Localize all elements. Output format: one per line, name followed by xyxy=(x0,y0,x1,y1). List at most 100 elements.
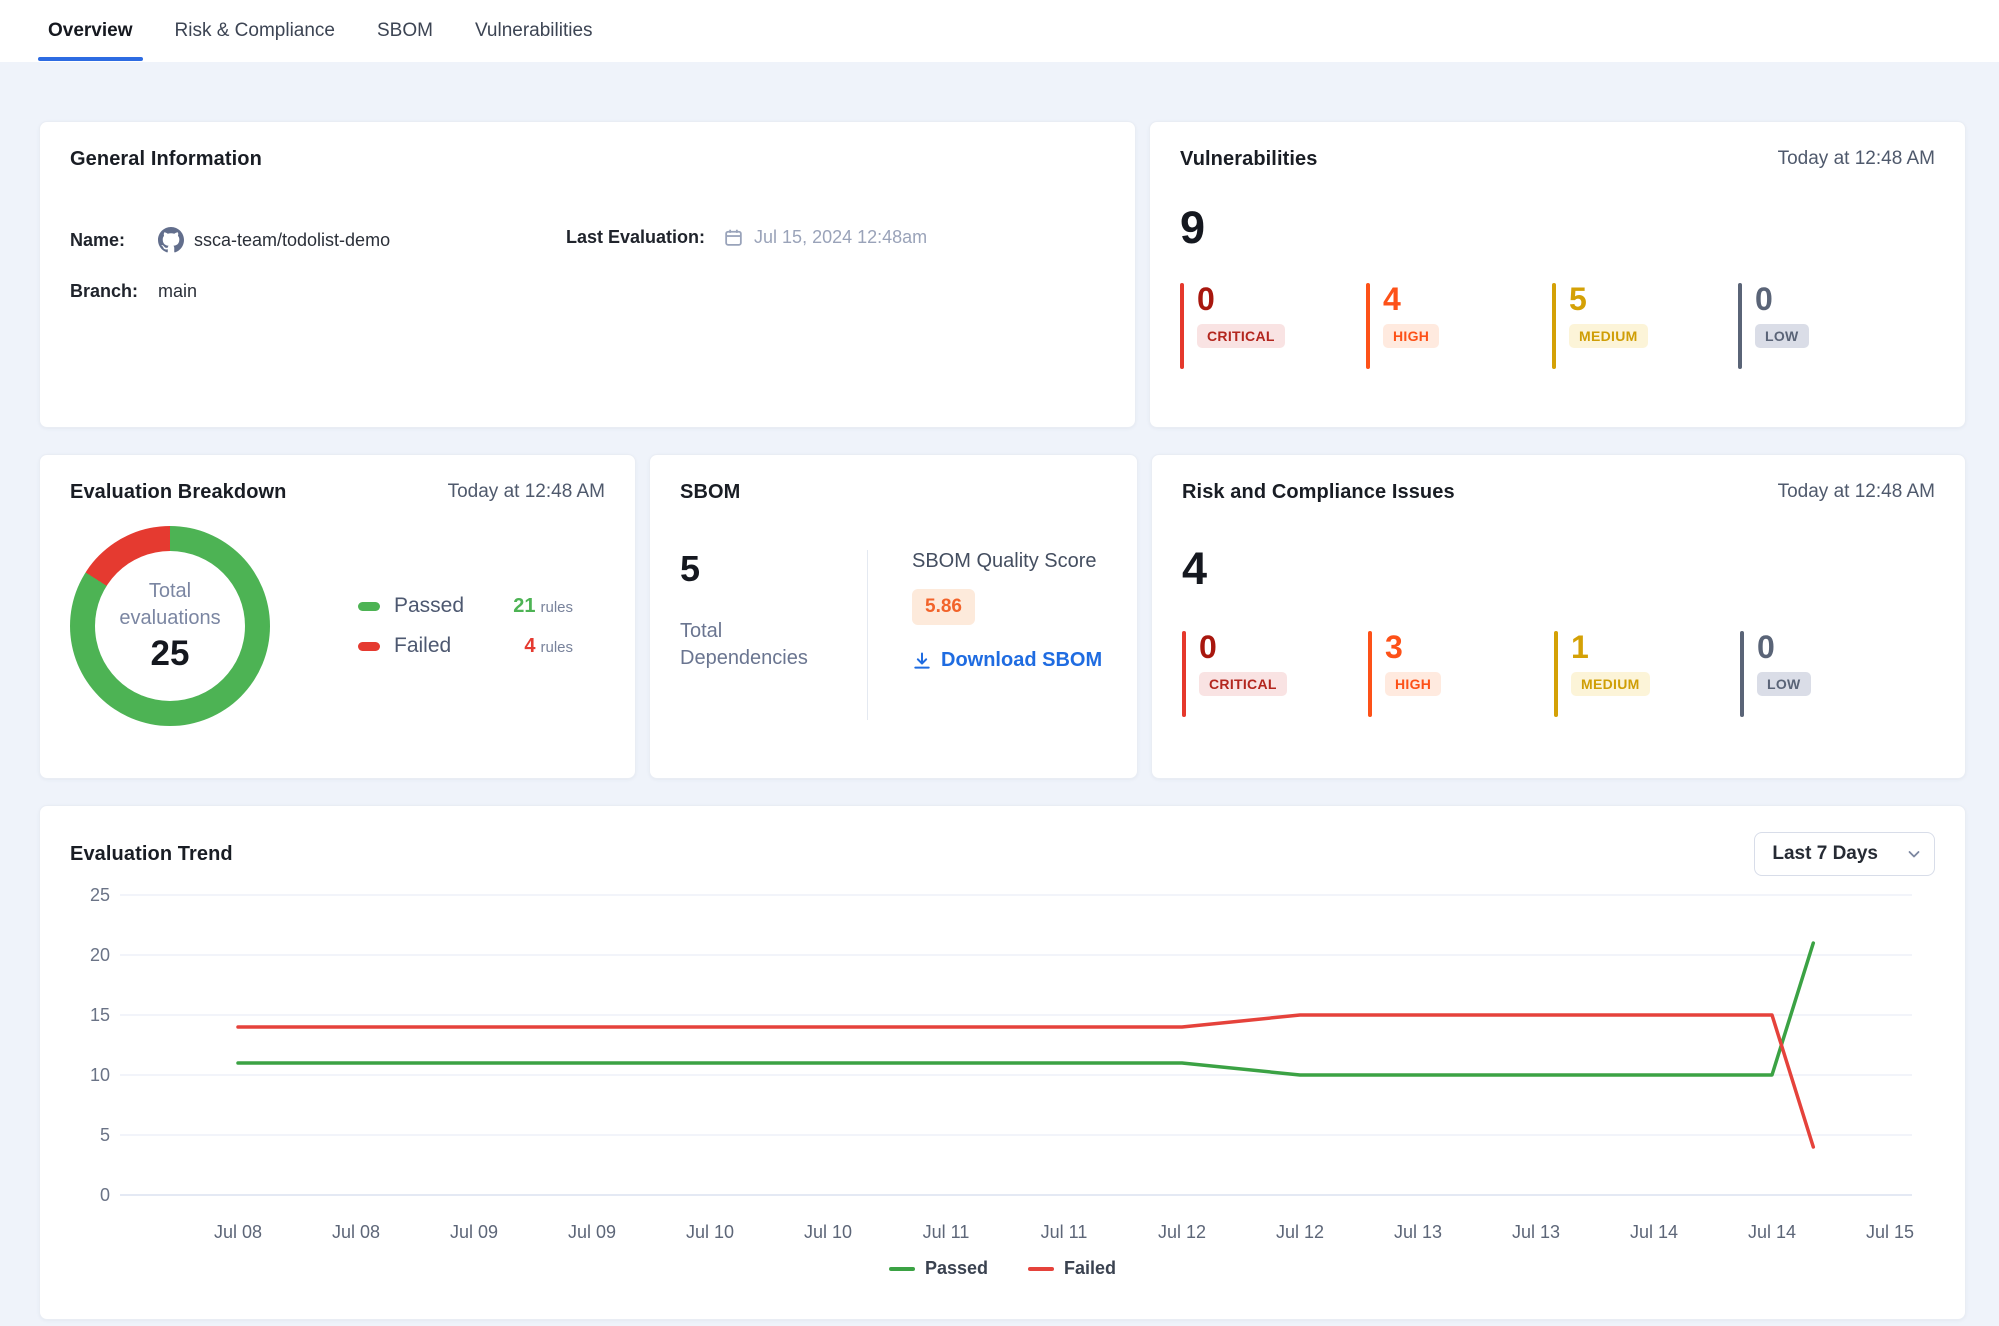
severity-bar-low xyxy=(1738,283,1742,369)
github-icon xyxy=(158,227,184,253)
evaluations-donut-chart[interactable]: Total evaluations 25 xyxy=(70,526,270,726)
severity-count-critical: 0 xyxy=(1197,283,1285,317)
row-top: General Information Name: ssca-team/todo… xyxy=(39,121,1966,428)
last-evaluation-text: Jul 15, 2024 12:48am xyxy=(754,227,927,248)
download-sbom-link[interactable]: Download SBOM xyxy=(912,649,1102,672)
trend-line-passed[interactable] xyxy=(238,943,1813,1075)
x-tick-label-6: Jul 11 xyxy=(923,1222,970,1242)
y-tick-label-0: 0 xyxy=(100,1185,110,1205)
trend-line-failed[interactable] xyxy=(238,1015,1813,1147)
x-tick-label-11: Jul 13 xyxy=(1512,1222,1560,1242)
severity-body-high: 3HIGH xyxy=(1385,631,1441,717)
severity-bar-critical xyxy=(1182,631,1186,717)
x-tick-label-0: Jul 08 xyxy=(214,1222,262,1242)
risk-compliance-title: Risk and Compliance Issues xyxy=(1182,481,1455,504)
vulnerabilities-severity-row: 0CRITICAL4HIGH5MEDIUM0LOW xyxy=(1180,283,1935,369)
total-dependencies-value: 5 xyxy=(680,548,867,590)
legend-value-failed: 4rules xyxy=(524,635,573,658)
trend-legend-swatch-failed xyxy=(1028,1267,1054,1271)
dashboard-main: General Information Name: ssca-team/todo… xyxy=(0,62,1999,1320)
severity-bar-low xyxy=(1740,631,1744,717)
severity-stat-critical: 0CRITICAL xyxy=(1180,283,1366,369)
tab-risk-compliance[interactable]: Risk & Compliance xyxy=(165,0,346,62)
donut-center-label-line2: evaluations xyxy=(119,605,220,632)
x-tick-label-5: Jul 10 xyxy=(804,1222,852,1242)
chevron-down-icon xyxy=(1906,846,1922,862)
risk-compliance-card: Risk and Compliance Issues Today at 12:4… xyxy=(1151,454,1966,779)
severity-count-high: 3 xyxy=(1385,631,1441,665)
evaluation-trend-chart: 0510152025Jul 08Jul 08Jul 09Jul 09Jul 10… xyxy=(70,882,1930,1254)
tab-sbom[interactable]: SBOM xyxy=(367,0,443,62)
trend-legend-label-passed: Passed xyxy=(925,1258,988,1279)
sbom-title: SBOM xyxy=(680,481,740,504)
y-tick-label-5: 5 xyxy=(100,1125,110,1145)
severity-badge-high: HIGH xyxy=(1383,324,1439,348)
tab-vulnerabilities[interactable]: Vulnerabilities xyxy=(465,0,603,62)
severity-bar-critical xyxy=(1180,283,1184,369)
evaluation-trend-card: Evaluation Trend Last 7 Days 0510152025J… xyxy=(39,805,1966,1320)
severity-body-low: 0 LOW xyxy=(1755,283,1809,369)
legend-label-failed: Failed xyxy=(394,634,451,658)
x-tick-label-8: Jul 12 xyxy=(1158,1222,1206,1242)
x-tick-label-2: Jul 09 xyxy=(450,1222,498,1242)
sbom-divider xyxy=(867,550,868,720)
evaluation-breakdown-title: Evaluation Breakdown xyxy=(70,481,287,504)
x-tick-label-14: Jul 15 xyxy=(1866,1222,1914,1242)
row-bottom: Evaluation Trend Last 7 Days 0510152025J… xyxy=(39,805,1966,1320)
branch-label: Branch: xyxy=(70,281,158,302)
evaluation-breakdown-timestamp: Today at 12:48 AM xyxy=(448,481,605,503)
top-tab-bar: Overview Risk & Compliance SBOM Vulnerabili… xyxy=(0,0,1999,62)
download-sbom-label: Download SBOM xyxy=(941,649,1102,672)
x-tick-label-4: Jul 10 xyxy=(686,1222,734,1242)
x-tick-label-12: Jul 14 xyxy=(1630,1222,1678,1242)
last-evaluation-label: Last Evaluation: xyxy=(566,227,705,248)
general-info-fields: Name: ssca-team/todolist-demo Branch: ma… xyxy=(70,227,1105,330)
severity-count-low: 0 xyxy=(1755,283,1809,317)
general-information-card: General Information Name: ssca-team/todo… xyxy=(39,121,1136,428)
y-tick-label-20: 20 xyxy=(90,945,110,965)
severity-body-high: 4 HIGH xyxy=(1383,283,1439,369)
severity-bar-medium xyxy=(1554,631,1558,717)
sbom-quality-score-label: SBOM Quality Score xyxy=(912,550,1102,573)
y-tick-label-25: 25 xyxy=(90,885,110,905)
severity-badge-critical: CRITICAL xyxy=(1199,672,1287,696)
donut-center-value: 25 xyxy=(151,634,190,674)
severity-body-critical: 0CRITICAL xyxy=(1199,631,1287,717)
legend-swatch-passed xyxy=(358,602,380,611)
severity-body-critical: 0CRITICAL xyxy=(1197,283,1285,369)
y-tick-label-10: 10 xyxy=(90,1065,110,1085)
general-information-title: General Information xyxy=(70,148,262,171)
severity-badge-low: LOW xyxy=(1755,324,1809,348)
legend-unit-passed: rules xyxy=(540,599,573,616)
name-label: Name: xyxy=(70,230,158,251)
trend-legend: Passed Failed xyxy=(70,1258,1935,1279)
legend-label-passed: Passed xyxy=(394,594,464,618)
severity-stat-high: 3HIGH xyxy=(1368,631,1554,717)
severity-stat-critical: 0CRITICAL xyxy=(1182,631,1368,717)
repo-name-text: ssca-team/todolist-demo xyxy=(194,230,390,251)
evaluation-breakdown-legend: Passed21rulesFailed4rules xyxy=(358,578,573,674)
severity-count-high: 4 xyxy=(1383,283,1439,317)
time-range-dropdown[interactable]: Last 7 Days xyxy=(1754,832,1935,876)
total-dependencies-label: Total Dependencies xyxy=(680,618,820,672)
x-tick-label-9: Jul 12 xyxy=(1276,1222,1324,1242)
severity-stat-low: 0 LOW xyxy=(1738,283,1924,369)
trend-legend-item-passed: Passed xyxy=(889,1258,988,1279)
trend-legend-swatch-passed xyxy=(889,1267,915,1271)
row-middle: Evaluation Breakdown Today at 12:48 AM T… xyxy=(39,454,1966,779)
evaluation-trend-title: Evaluation Trend xyxy=(70,843,233,866)
severity-body-low: 0LOW xyxy=(1757,631,1811,717)
last-evaluation-value: Jul 15, 2024 12:48am xyxy=(723,227,927,248)
sbom-card: SBOM 5 Total Dependencies SBOM Quality S… xyxy=(649,454,1138,779)
severity-stat-high: 4 HIGH xyxy=(1366,283,1552,369)
legend-swatch-failed xyxy=(358,642,380,651)
legend-unit-failed: rules xyxy=(540,639,573,656)
tab-overview[interactable]: Overview xyxy=(38,0,143,62)
vulnerabilities-title: Vulnerabilities xyxy=(1180,148,1317,171)
vulnerabilities-total: 9 xyxy=(1180,205,1935,250)
branch-row: Branch: main xyxy=(70,281,566,302)
severity-stat-medium: 1MEDIUM xyxy=(1554,631,1740,717)
trend-legend-item-failed: Failed xyxy=(1028,1258,1116,1279)
risk-compliance-total: 4 xyxy=(1182,546,1935,591)
vulnerabilities-timestamp: Today at 12:48 AM xyxy=(1778,148,1935,170)
